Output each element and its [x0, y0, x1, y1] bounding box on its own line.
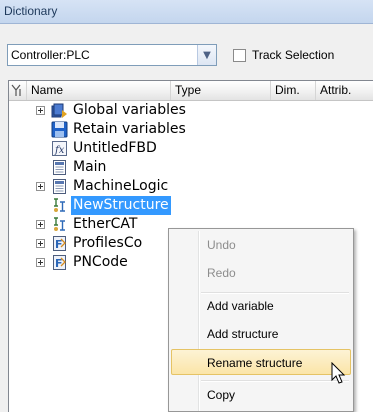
function-block-icon: F	[51, 254, 68, 271]
menu-item-label: Rename structure	[207, 356, 303, 370]
track-selection-label[interactable]: Track Selection	[252, 48, 334, 62]
tree-row[interactable]: fx UntitledFBD	[9, 139, 373, 158]
track-selection-checkbox[interactable]	[233, 49, 246, 62]
structure-icon	[51, 216, 68, 233]
column-header-dim[interactable]: Dim.	[271, 81, 316, 100]
program-icon	[51, 159, 68, 176]
tree-row-label: PNCode	[73, 254, 128, 270]
program-icon	[51, 178, 68, 195]
window-title: Dictionary	[4, 4, 58, 18]
function-block-icon: F	[51, 235, 68, 252]
menu-item-add-variable[interactable]: Add variable	[171, 293, 351, 319]
menu-item-redo[interactable]: Redo	[171, 260, 351, 286]
column-header-type[interactable]: Type	[171, 81, 271, 100]
menu-item-label: Add variable	[207, 299, 274, 313]
column-header-attrib[interactable]: Attrib.	[316, 81, 373, 100]
mouse-cursor-icon	[331, 362, 346, 384]
menu-item-label: Copy	[207, 388, 236, 402]
structure-icon	[51, 197, 68, 214]
fbd-program-icon: fx	[51, 140, 68, 157]
controller-select-value: Controller:PLC	[11, 48, 90, 62]
expand-icon[interactable]	[36, 258, 45, 267]
dictionary-toolbar: Controller:PLC ▼ Track Selection	[0, 24, 373, 76]
dictionary-title-bar: Dictionary	[0, 0, 373, 24]
menu-item-label: Undo	[207, 238, 236, 252]
tree-column-header: Name Type Dim. Attrib.	[9, 81, 373, 101]
tree-row-label: Global variables	[73, 102, 186, 118]
tree-row[interactable]: MachineLogic	[9, 177, 373, 196]
tree-row-label: ProfilesCo	[73, 235, 143, 251]
tree-row[interactable]: Global variables	[9, 101, 373, 120]
global-variables-icon	[51, 102, 68, 119]
tree-row[interactable]: NewStructure	[9, 196, 373, 215]
svg-text:fx: fx	[54, 145, 65, 156]
menu-item-label: Redo	[207, 266, 236, 280]
expand-icon[interactable]	[36, 220, 45, 229]
expand-icon[interactable]	[36, 182, 45, 191]
tree-row-label: MachineLogic	[73, 178, 169, 194]
controller-select[interactable]: Controller:PLC ▼	[7, 44, 217, 66]
expand-icon[interactable]	[36, 106, 45, 115]
menu-item-undo[interactable]: Undo	[171, 232, 351, 258]
tree-row-label: NewStructure	[71, 196, 171, 215]
menu-item-label: Add structure	[207, 327, 279, 341]
menu-item-copy[interactable]: Copy	[171, 382, 351, 408]
tree-row-label: Retain variables	[73, 121, 186, 137]
tree-row-label: UntitledFBD	[73, 140, 157, 156]
tree-row[interactable]: Retain variables	[9, 120, 373, 139]
expand-icon[interactable]	[36, 239, 45, 248]
menu-item-rename-structure[interactable]: Rename structure	[171, 349, 351, 375]
column-chooser-icon[interactable]	[9, 81, 27, 100]
column-header-name[interactable]: Name	[27, 81, 171, 100]
menu-item-add-structure[interactable]: Add structure	[171, 321, 351, 347]
tree-row-label: Main	[73, 159, 107, 175]
tree-row[interactable]: Main	[9, 158, 373, 177]
retain-variables-icon	[51, 121, 68, 138]
chevron-down-icon[interactable]: ▼	[197, 45, 216, 65]
context-menu: Undo Redo Add variable Add structure Ren…	[168, 228, 354, 412]
tree-row-label: EtherCAT	[73, 216, 138, 232]
